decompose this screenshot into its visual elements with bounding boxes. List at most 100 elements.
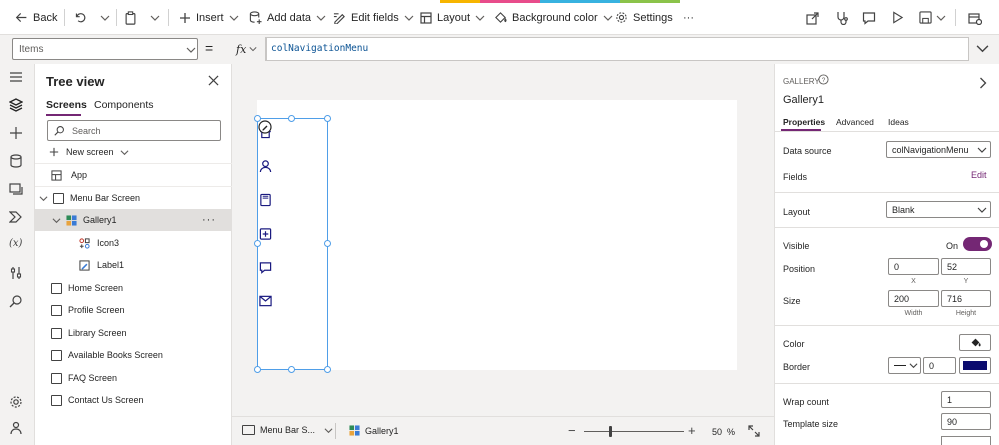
position-y-input[interactable]: 52: [941, 258, 991, 275]
resize-handle[interactable]: [324, 240, 331, 247]
tree-item-profile-screen[interactable]: Profile Screen: [35, 299, 232, 321]
zoom-slider-thumb[interactable]: [609, 426, 612, 437]
search-icon[interactable]: [9, 294, 25, 310]
undo-dropdown[interactable]: [100, 0, 110, 35]
publish-button[interactable]: [968, 0, 982, 35]
resize-handle[interactable]: [288, 115, 295, 122]
function-button[interactable]: fx: [230, 37, 266, 61]
tab-advanced[interactable]: Advanced: [836, 117, 874, 127]
background-color-menu[interactable]: Background color: [494, 0, 613, 35]
insert-icon[interactable]: [9, 126, 25, 142]
add-data-menu[interactable]: Add data: [249, 0, 326, 35]
close-icon[interactable]: [208, 75, 219, 86]
fields-edit-link[interactable]: Edit: [971, 170, 987, 180]
position-x-input[interactable]: 0: [888, 258, 939, 275]
tree-item-faq-screen[interactable]: FAQ Screen: [35, 367, 232, 389]
tree-item-available-books-screen[interactable]: Available Books Screen: [35, 344, 232, 366]
hamburger-menu-icon[interactable]: [9, 70, 25, 86]
preview-button[interactable]: [891, 0, 904, 35]
expand-formula-button[interactable]: [976, 42, 989, 54]
border-width-input[interactable]: 0: [923, 357, 956, 374]
layout-dropdown[interactable]: Blank: [886, 201, 991, 218]
position-x-value: 0: [894, 261, 900, 272]
back-button[interactable]: Back: [15, 0, 57, 35]
tree-item-library-screen[interactable]: Library Screen: [35, 322, 232, 344]
tree-item-app[interactable]: App: [35, 164, 232, 186]
tree-item-menu-bar-screen[interactable]: Menu Bar Screen: [35, 187, 232, 209]
resize-handle[interactable]: [324, 115, 331, 122]
tree-item-gallery1[interactable]: Gallery1 ···: [35, 209, 232, 231]
save-dropdown[interactable]: [936, 0, 946, 35]
settings-button[interactable]: Settings: [615, 0, 673, 35]
height-input[interactable]: 716: [941, 290, 991, 307]
resize-handle[interactable]: [288, 366, 295, 373]
more-commands-button[interactable]: ···: [683, 0, 694, 35]
layout-menu[interactable]: Layout: [420, 0, 485, 35]
resize-handle[interactable]: [254, 115, 261, 122]
zoom-out-button[interactable]: −: [568, 423, 576, 438]
status-bar: Menu Bar S... Gallery1 − + 50 %: [232, 416, 774, 445]
tree-view-icon[interactable]: [9, 98, 25, 114]
variables-icon[interactable]: (x): [9, 238, 25, 254]
comment-icon: [862, 11, 876, 25]
chevron-right-icon[interactable]: [978, 77, 987, 89]
comments-button[interactable]: [862, 0, 876, 35]
screen-canvas[interactable]: [257, 100, 737, 370]
chevron-down-icon[interactable]: [39, 194, 48, 203]
tree-item-label1[interactable]: Label1: [35, 254, 232, 276]
screen-icon: [51, 394, 62, 406]
undo-button[interactable]: [74, 0, 87, 35]
border-style-dropdown[interactable]: [888, 357, 921, 374]
help-icon[interactable]: ?: [818, 74, 829, 85]
width-input[interactable]: 200: [888, 290, 939, 307]
advanced-tools-icon[interactable]: [9, 266, 25, 282]
tab-properties[interactable]: Properties: [783, 117, 825, 127]
new-screen-button[interactable]: New screen: [35, 141, 232, 163]
resize-handle[interactable]: [254, 366, 261, 373]
tree-item-label: Profile Screen: [68, 305, 125, 315]
data-icon[interactable]: [9, 154, 25, 170]
screen-breadcrumb[interactable]: Menu Bar S...: [242, 425, 333, 435]
tree-item-home-screen[interactable]: Home Screen: [35, 277, 232, 299]
tree-item-icon3[interactable]: Icon3: [35, 232, 232, 254]
toolbar-divider: [64, 9, 65, 26]
control-breadcrumb[interactable]: Gallery1: [349, 425, 399, 436]
resize-handle[interactable]: [324, 366, 331, 373]
property-selector[interactable]: Items: [12, 38, 198, 60]
gallery-selection-box[interactable]: [257, 118, 328, 370]
tree-item-contact-us-screen[interactable]: Contact Us Screen: [35, 389, 232, 411]
toolbar-divider: [168, 9, 169, 26]
template-size-input[interactable]: 90: [941, 413, 991, 430]
wrap-count-input[interactable]: 1: [941, 391, 991, 408]
insert-menu[interactable]: Insert: [179, 0, 239, 35]
formula-input[interactable]: colNavigationMenu: [266, 37, 969, 61]
save-button[interactable]: [919, 0, 932, 35]
visible-toggle[interactable]: [963, 237, 992, 251]
resize-handle[interactable]: [254, 240, 261, 247]
template-padding-input[interactable]: [941, 436, 991, 445]
tab-components[interactable]: Components: [94, 99, 154, 111]
media-icon[interactable]: [9, 182, 25, 198]
virtual-agent-icon[interactable]: [9, 421, 25, 437]
fit-to-window-icon[interactable]: [748, 425, 760, 437]
clipboard-icon: [124, 10, 137, 25]
more-options-button[interactable]: ···: [202, 214, 216, 226]
chevron-down-icon[interactable]: [52, 216, 61, 225]
save-icon: [919, 11, 932, 24]
zoom-slider-track[interactable]: [584, 431, 684, 432]
border-color-picker[interactable]: [959, 357, 991, 374]
edit-fields-menu[interactable]: Edit fields: [333, 0, 414, 35]
gear-icon[interactable]: [9, 395, 25, 411]
share-button[interactable]: [806, 0, 820, 35]
insert-label: Insert: [196, 11, 224, 24]
tree-search-box[interactable]: Search: [47, 120, 221, 141]
tab-screens[interactable]: Screens: [46, 99, 87, 111]
paste-dropdown[interactable]: [150, 0, 160, 35]
power-automate-icon[interactable]: [9, 210, 25, 226]
app-checker-button[interactable]: [835, 0, 849, 35]
color-picker-button[interactable]: [959, 334, 991, 351]
paste-button[interactable]: [124, 0, 137, 35]
tab-ideas[interactable]: Ideas: [888, 117, 909, 127]
zoom-in-button[interactable]: +: [688, 423, 696, 438]
data-source-dropdown[interactable]: colNavigationMenu: [886, 141, 991, 158]
